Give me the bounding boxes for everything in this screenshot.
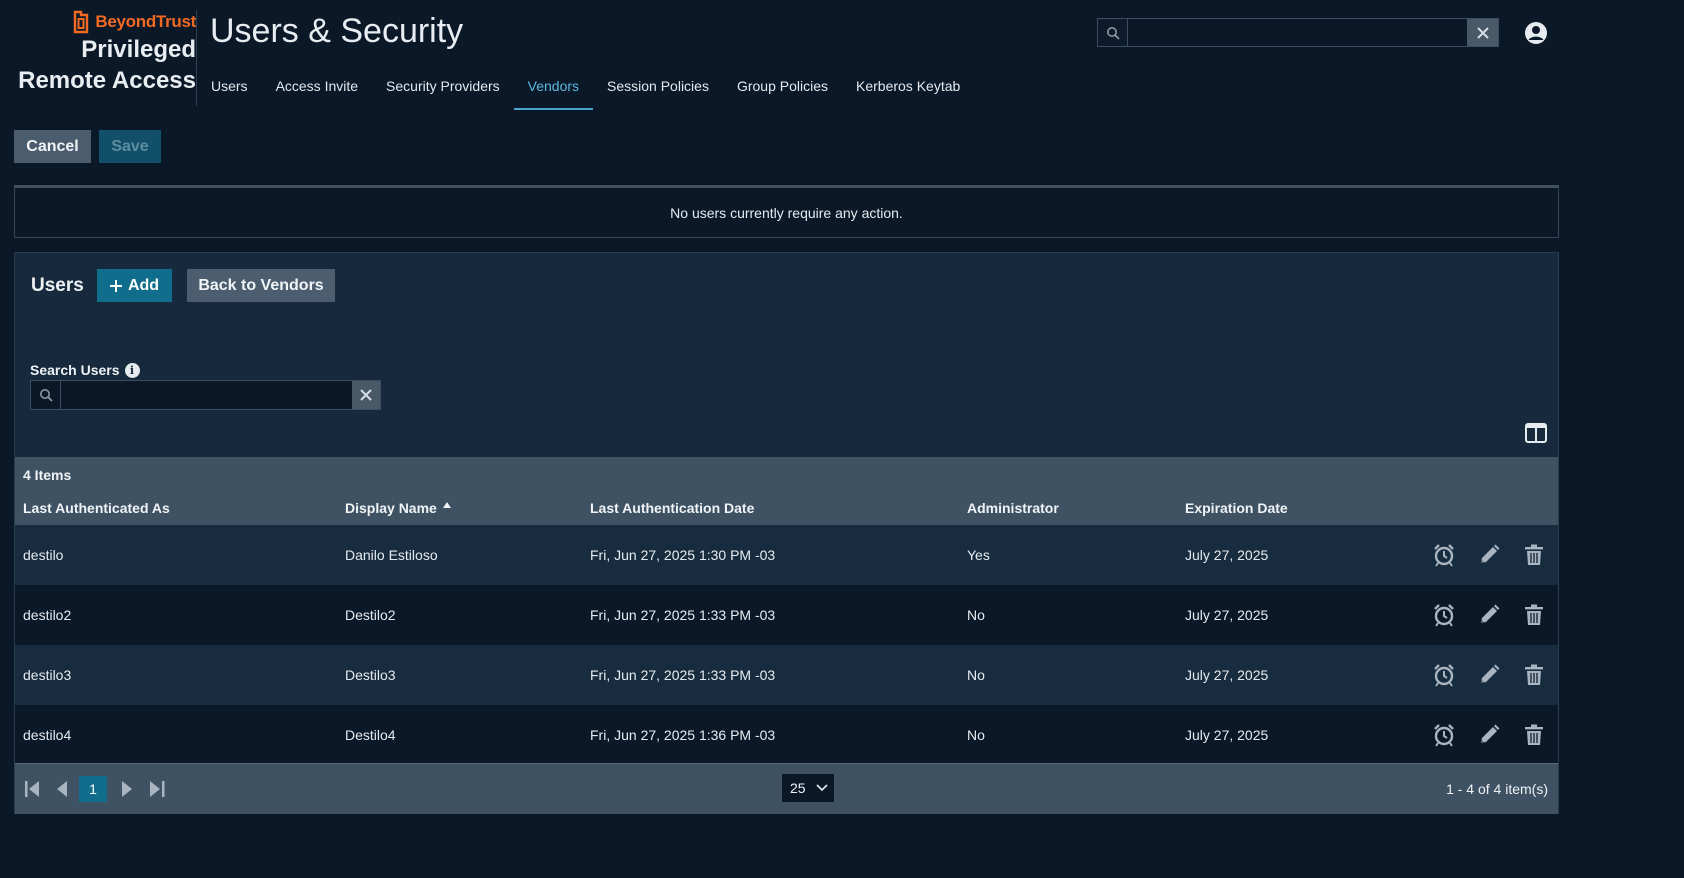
cell-administrator: No [967,607,985,623]
save-button[interactable]: Save [99,130,161,163]
beyondtrust-logo-icon [74,10,89,34]
info-icon[interactable]: i [124,362,140,378]
search-users-field [30,380,381,410]
item-range: 1 - 4 of 4 item(s) [1446,781,1548,797]
alarm-clock-icon[interactable] [1432,723,1456,747]
cell-expiration-date: July 27, 2025 [1185,667,1269,683]
users-panel: Users Add Back to Vendors Search Users i… [14,252,1559,814]
table-row[interactable]: destilo4 Destilo4 Fri, Jun 27, 2025 1:36 P… [15,705,1558,765]
alarm-clock-icon[interactable] [1432,663,1456,687]
alarm-clock-icon[interactable] [1432,603,1456,627]
brand-mark: BeyondTrust [14,10,196,34]
search-icon [1098,19,1128,46]
grid-header: 4 Items Last Authenticated As Display Na… [15,457,1558,525]
table-row[interactable]: destilo Danilo Estiloso Fri, Jun 27, 2025 … [15,525,1558,585]
tab-security-providers[interactable]: Security Providers [372,66,514,110]
previous-page-icon[interactable] [53,778,73,800]
cell-display-name: Destilo3 [345,667,396,683]
items-count: 4 Items [23,467,72,483]
cell-last-authentication-date: Fri, Jun 27, 2025 1:36 PM -03 [590,727,776,743]
cell-expiration-date: July 27, 2025 [1185,607,1269,623]
page-size-value: 25 [790,780,806,796]
action-notice: No users currently require any action. [14,185,1559,238]
plus-icon [109,279,122,292]
table-row[interactable]: destilo2 Destilo2 Fri, Jun 27, 2025 1:33 P… [15,585,1558,645]
pencil-icon[interactable] [1477,723,1501,747]
clear-search-icon[interactable] [352,381,380,409]
cell-administrator: No [967,727,985,743]
cell-last-authenticated-as: destilo [23,547,64,563]
search-icon [31,381,61,409]
search-users-label: Search Users i [30,362,140,378]
product-logo: BeyondTrust Privileged Remote Access [14,10,196,96]
column-label: Expiration Date [1185,500,1288,516]
cell-last-authenticated-as: destilo3 [23,667,72,683]
trash-icon[interactable] [1522,723,1546,747]
brand-name: BeyondTrust [95,12,196,31]
pencil-icon[interactable] [1477,663,1501,687]
trash-icon[interactable] [1522,543,1546,567]
search-users-label-text: Search Users [30,362,120,378]
pencil-icon[interactable] [1477,543,1501,567]
users-title: Users [31,275,84,296]
cell-administrator: Yes [967,547,990,563]
column-chooser-icon[interactable] [1525,423,1547,443]
global-search-input[interactable] [1128,19,1467,46]
add-user-button[interactable]: Add [97,269,172,302]
cell-administrator: No [967,667,985,683]
global-search [1097,18,1499,47]
trash-icon[interactable] [1522,663,1546,687]
next-page-icon[interactable] [117,778,137,800]
cell-last-authenticated-as: destilo4 [23,727,72,743]
cell-display-name: Destilo4 [345,727,396,743]
first-page-icon[interactable] [23,778,43,800]
column-label: Administrator [967,500,1059,516]
cell-display-name: Destilo2 [345,607,396,623]
column-label: Last Authentication Date [590,500,755,516]
page-size-select[interactable]: 25 [782,774,834,802]
column-label: Last Authenticated As [23,500,170,516]
page-title: Users & Security [210,12,464,50]
last-page-icon[interactable] [147,778,167,800]
tab-users[interactable]: Users [197,66,262,110]
cell-last-authentication-date: Fri, Jun 27, 2025 1:30 PM -03 [590,547,776,563]
account-icon[interactable] [1523,20,1549,46]
clear-search-icon[interactable] [1467,19,1498,46]
product-name-line2: Remote Access [18,67,196,94]
cell-last-authentication-date: Fri, Jun 27, 2025 1:33 PM -03 [590,667,776,683]
tab-session-policies[interactable]: Session Policies [593,66,723,110]
cell-last-authenticated-as: destilo2 [23,607,72,623]
cell-display-name: Danilo Estiloso [345,547,438,563]
column-display-name[interactable]: Display Name [345,500,451,516]
column-last-authenticated-as[interactable]: Last Authenticated As [23,500,170,516]
column-administrator[interactable]: Administrator [967,500,1059,516]
cancel-button[interactable]: Cancel [14,130,91,163]
cell-last-authentication-date: Fri, Jun 27, 2025 1:33 PM -03 [590,607,776,623]
cell-expiration-date: July 27, 2025 [1185,727,1269,743]
column-label: Display Name [345,500,437,516]
sort-ascending-icon [442,502,451,508]
tab-kerberos-keytab[interactable]: Kerberos Keytab [842,66,974,110]
main-tabs: Users Access Invite Security Providers V… [197,66,974,110]
tab-vendors[interactable]: Vendors [513,66,594,110]
table-row[interactable]: destilo3 Destilo3 Fri, Jun 27, 2025 1:33 P… [15,645,1558,705]
search-users-input[interactable] [61,381,352,409]
trash-icon[interactable] [1522,603,1546,627]
product-name-line1: Privileged [81,36,196,63]
pencil-icon[interactable] [1477,603,1501,627]
tab-group-policies[interactable]: Group Policies [723,66,842,110]
chevron-down-icon [816,784,828,792]
current-page[interactable]: 1 [79,776,107,802]
column-expiration-date[interactable]: Expiration Date [1185,500,1288,516]
column-last-authentication-date[interactable]: Last Authentication Date [590,500,754,516]
alarm-clock-icon[interactable] [1432,543,1456,567]
back-to-vendors-button[interactable]: Back to Vendors [187,269,335,302]
tab-access-invite[interactable]: Access Invite [262,66,372,110]
add-user-label: Add [127,276,160,294]
pager: 1 25 1 - 4 of 4 item(s) [15,763,1558,814]
notice-text: No users currently require any action. [670,204,903,221]
cell-expiration-date: July 27, 2025 [1185,547,1269,563]
